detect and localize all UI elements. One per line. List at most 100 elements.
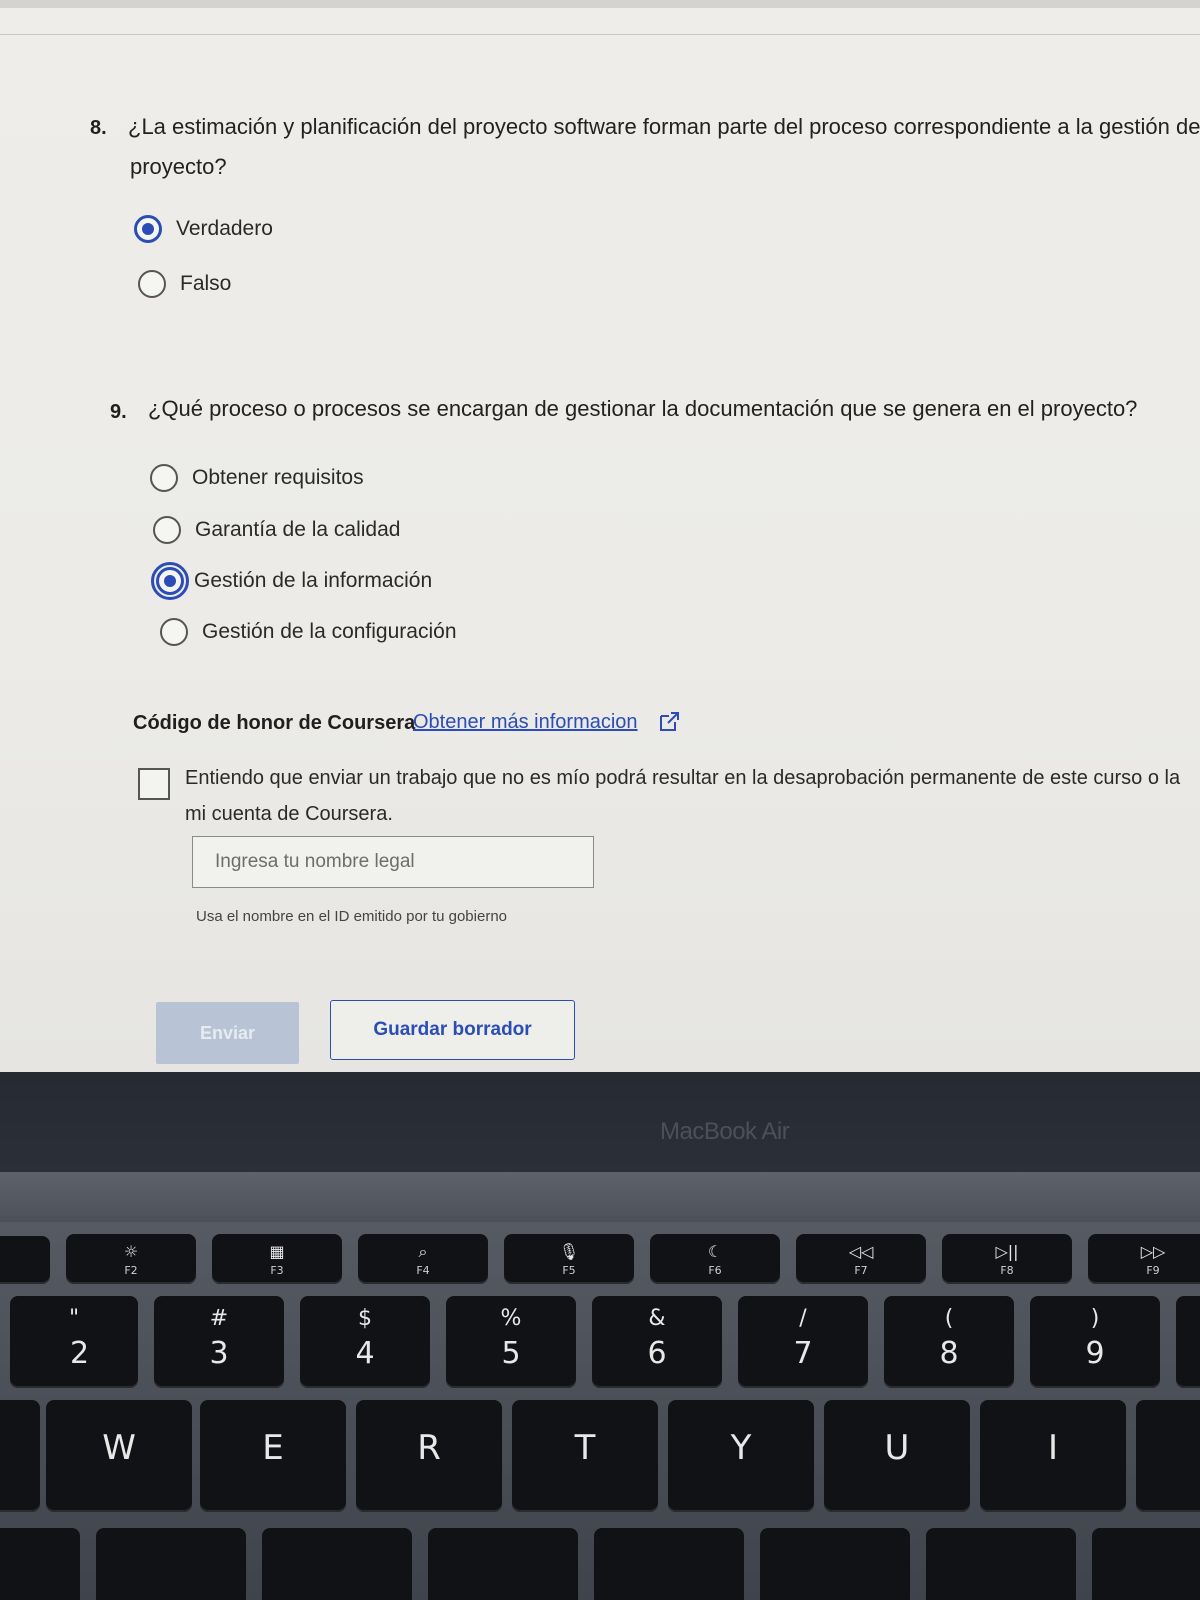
key-i[interactable]: I: [980, 1400, 1126, 1512]
key-k[interactable]: [1092, 1528, 1200, 1600]
search-icon: ⌕: [418, 1242, 428, 1261]
question-text: ¿La estimación y planificación del proye…: [128, 114, 1200, 139]
radio-option-falso[interactable]: Falso: [138, 270, 231, 298]
more-info-link[interactable]: Obtener más informacion: [413, 711, 638, 734]
key-label: F5: [562, 1264, 576, 1277]
honor-code-statement: Entiendo que enviar un trabajo que no es…: [185, 760, 1195, 832]
key-5[interactable]: % 5: [446, 1296, 576, 1388]
key-d[interactable]: [262, 1528, 412, 1600]
legal-name-input[interactable]: [192, 836, 594, 888]
key-number: 4: [355, 1336, 375, 1371]
key-symbol: (: [944, 1306, 954, 1331]
keyboard: ☼ F2 ▦ F3 ⌕ F4 🎙 F5 ☾ F6 ◁◁ F7 ▷|| F8 ▷▷…: [0, 1222, 1200, 1600]
honor-code-title: Código de honor de Coursera: [133, 712, 416, 734]
laptop-bezel: MacBook Air: [0, 1072, 1200, 1172]
honor-code-checkbox[interactable]: [138, 768, 170, 800]
key-3[interactable]: # 3: [154, 1296, 284, 1388]
key-letter: R: [417, 1428, 441, 1468]
key-symbol: /: [799, 1306, 807, 1331]
laptop-hinge: [0, 1172, 1200, 1222]
radio-icon[interactable]: [160, 618, 188, 646]
key-f5[interactable]: 🎙 F5: [504, 1234, 634, 1284]
key-7[interactable]: / 7: [738, 1296, 868, 1388]
key-f2[interactable]: ☼ F2: [66, 1234, 196, 1284]
key-h[interactable]: [760, 1528, 910, 1600]
option-label: Obtener requisitos: [192, 466, 364, 489]
key-symbol: ": [68, 1306, 80, 1331]
key-symbol: ): [1090, 1306, 1100, 1331]
key-number: 6: [647, 1336, 667, 1371]
key-label: F9: [1146, 1264, 1160, 1277]
option-label: Gestión de la información: [194, 569, 433, 592]
submit-button[interactable]: Enviar: [156, 1002, 299, 1064]
radio-option-verdadero[interactable]: Verdadero: [134, 215, 273, 243]
key-8[interactable]: ( 8: [884, 1296, 1014, 1388]
key-f3[interactable]: ▦ F3: [212, 1234, 342, 1284]
key-letter: T: [574, 1428, 596, 1468]
option-label: Garantía de la calidad: [195, 518, 401, 541]
moon-icon: ☾: [707, 1242, 723, 1261]
key-f1[interactable]: [0, 1236, 50, 1284]
key-0[interactable]: [1176, 1296, 1200, 1388]
key-o[interactable]: [1136, 1400, 1200, 1512]
key-letter: Y: [730, 1428, 752, 1468]
key-t[interactable]: T: [512, 1400, 658, 1512]
key-label: F3: [270, 1264, 284, 1277]
key-f7[interactable]: ◁◁ F7: [796, 1234, 926, 1284]
radio-option-gestion-informacion[interactable]: Gestión de la información: [151, 562, 433, 600]
key-number: 8: [939, 1336, 959, 1371]
radio-option-garantia-calidad[interactable]: Garantía de la calidad: [153, 516, 400, 544]
question-text-cont: proyecto?: [130, 154, 227, 179]
key-number: 9: [1085, 1336, 1105, 1371]
key-w[interactable]: W: [46, 1400, 192, 1512]
key-9[interactable]: ) 9: [1030, 1296, 1160, 1388]
external-link-icon[interactable]: [657, 710, 681, 734]
key-f9[interactable]: ▷▷ F9: [1088, 1234, 1200, 1284]
brightness-icon: ☼: [123, 1242, 139, 1261]
key-u[interactable]: U: [824, 1400, 970, 1512]
mission-control-icon: ▦: [269, 1242, 285, 1261]
key-number: 2: [70, 1336, 90, 1371]
key-q[interactable]: [0, 1400, 40, 1512]
key-2[interactable]: " 2: [10, 1296, 138, 1388]
key-letter: E: [262, 1428, 284, 1468]
radio-selected-icon[interactable]: [151, 562, 189, 600]
key-y[interactable]: Y: [668, 1400, 814, 1512]
key-f6[interactable]: ☾ F6: [650, 1234, 780, 1284]
key-g[interactable]: [594, 1528, 744, 1600]
radio-icon[interactable]: [153, 516, 181, 544]
honor-statement-line: Entiendo que enviar un trabajo que no es…: [185, 767, 1181, 789]
key-f8[interactable]: ▷|| F8: [942, 1234, 1072, 1284]
key-letter: W: [102, 1428, 136, 1468]
screen: 8. ¿La estimación y planificación del pr…: [0, 0, 1200, 1072]
radio-selected-icon[interactable]: [134, 215, 162, 243]
key-4[interactable]: $ 4: [300, 1296, 430, 1388]
rewind-icon: ◁◁: [848, 1242, 874, 1261]
key-label: F8: [1000, 1264, 1014, 1277]
key-symbol: &: [648, 1306, 666, 1331]
key-label: F6: [708, 1264, 722, 1277]
radio-option-obtener-requisitos[interactable]: Obtener requisitos: [150, 464, 364, 492]
key-a[interactable]: [0, 1528, 80, 1600]
radio-option-gestion-configuracion[interactable]: Gestión de la configuración: [160, 618, 457, 646]
key-label: F7: [854, 1264, 868, 1277]
key-j[interactable]: [926, 1528, 1076, 1600]
save-draft-button[interactable]: Guardar borrador: [330, 1000, 575, 1060]
key-number: 5: [501, 1336, 521, 1371]
key-number: 7: [793, 1336, 813, 1371]
honor-statement-line: mi cuenta de Coursera.: [185, 803, 393, 825]
key-letter: U: [884, 1428, 910, 1468]
legal-name-hint: Usa el nombre en el ID emitido por tu go…: [196, 908, 508, 925]
key-label: F4: [416, 1264, 430, 1277]
key-f4[interactable]: ⌕ F4: [358, 1234, 488, 1284]
radio-icon[interactable]: [150, 464, 178, 492]
key-6[interactable]: & 6: [592, 1296, 722, 1388]
radio-icon[interactable]: [138, 270, 166, 298]
key-letter: I: [1047, 1428, 1059, 1468]
question-number: 8.: [90, 117, 107, 139]
key-e[interactable]: E: [200, 1400, 346, 1512]
key-s[interactable]: [96, 1528, 246, 1600]
key-label: F2: [124, 1264, 138, 1277]
key-r[interactable]: R: [356, 1400, 502, 1512]
key-f[interactable]: [428, 1528, 578, 1600]
